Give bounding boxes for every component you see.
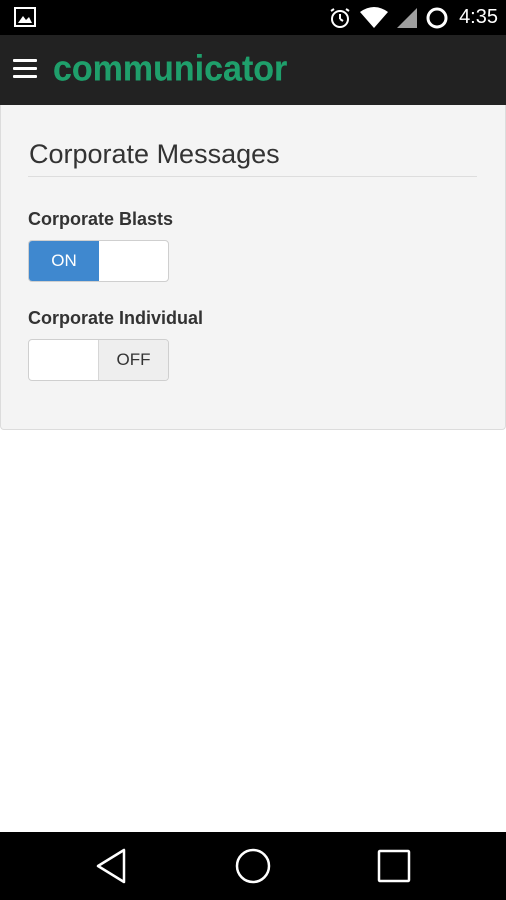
alarm-icon — [330, 7, 350, 28]
home-icon[interactable] — [234, 847, 272, 885]
hamburger-menu-icon[interactable] — [13, 59, 37, 79]
app-logo: communicator — [53, 49, 288, 89]
battery-icon — [426, 7, 448, 28]
toggle-off-label: OFF — [98, 340, 168, 380]
app-header: communicator — [0, 35, 506, 105]
system-nav-bar — [0, 832, 506, 900]
corporate-individual-toggle[interactable]: OFF — [28, 339, 169, 381]
back-icon[interactable] — [94, 847, 128, 885]
corporate-blasts-toggle[interactable]: ON — [28, 240, 169, 282]
wifi-icon — [360, 6, 389, 28]
setting-label-corporate-blasts: Corporate Blasts — [28, 209, 174, 229]
toggle-on-label: ON — [29, 241, 99, 281]
setting-label-corporate-individual: Corporate Individual — [28, 308, 204, 328]
recents-icon[interactable] — [376, 847, 412, 885]
signal-icon — [397, 7, 418, 28]
status-bar: 4:35 — [0, 0, 506, 35]
divider — [28, 176, 477, 177]
panel-title: Corporate Messages — [29, 139, 280, 169]
clock-time: 4:35 — [459, 6, 498, 28]
image-icon — [14, 7, 36, 27]
